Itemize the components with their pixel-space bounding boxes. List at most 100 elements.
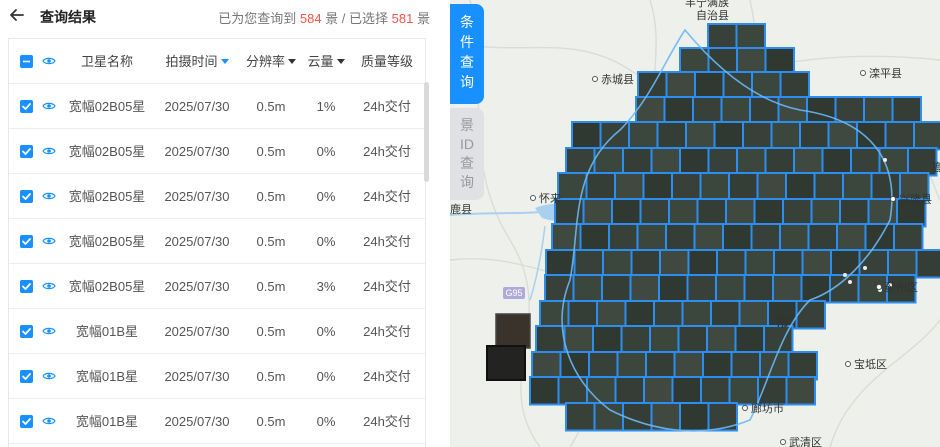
- imagery-tile[interactable]: [663, 96, 694, 126]
- imagery-tile[interactable]: [884, 121, 915, 151]
- imagery-tile[interactable]: [734, 325, 765, 355]
- imagery-tile[interactable]: [649, 325, 680, 355]
- imagery-tile[interactable]: [671, 172, 702, 202]
- imagery-tile[interactable]: [614, 172, 645, 202]
- imagery-tile[interactable]: [810, 198, 841, 228]
- imagery-tile[interactable]: [893, 223, 924, 253]
- imagery-tile[interactable]: [842, 172, 873, 202]
- imagery-tile[interactable]: [671, 376, 702, 406]
- select-all-checkbox[interactable]: [19, 55, 33, 69]
- imagery-tile[interactable]: [702, 351, 733, 381]
- imagery-tile[interactable]: [643, 376, 674, 406]
- eye-icon[interactable]: [42, 264, 56, 309]
- table-row[interactable]: 宽幅01B星 2025/07/30 0.5m 0% 24h交付: [9, 309, 425, 354]
- imagery-tile[interactable]: [856, 121, 887, 151]
- imagery-tile[interactable]: [720, 96, 751, 126]
- imagery-tile[interactable]: [608, 223, 639, 253]
- imagery-tile[interactable]: [573, 249, 604, 279]
- imagery-tile[interactable]: [681, 300, 712, 330]
- imagery-tile[interactable]: [539, 300, 570, 330]
- imagery-tile[interactable]: [716, 249, 747, 279]
- imagery-tile[interactable]: [622, 147, 653, 177]
- imagery-tile[interactable]: [813, 172, 844, 202]
- imagery-tile[interactable]: [629, 274, 660, 304]
- imagery-tile[interactable]: [622, 402, 653, 432]
- imagery-tile[interactable]: [785, 172, 816, 202]
- imagery-tile[interactable]: [616, 351, 647, 381]
- imagery-tile[interactable]: [628, 121, 659, 151]
- imagery-tile[interactable]: [787, 351, 818, 381]
- imagery-tile[interactable]: [753, 198, 784, 228]
- eye-icon[interactable]: [42, 174, 56, 219]
- map-view[interactable]: 丰宁满族 自治县 赤城县 滦平县 怀来 兴隆县 鹿 鹿县 蓟州区 市 宝坻区 廊…: [450, 0, 940, 447]
- imagery-tile[interactable]: [611, 198, 642, 228]
- imagery-tile[interactable]: [751, 71, 782, 101]
- imagery-tile[interactable]: [588, 351, 619, 381]
- imagery-tile[interactable]: [821, 147, 852, 177]
- table-row[interactable]: 宽幅01B星 2025/07/30 0.5m 0% 24h交付: [9, 354, 425, 399]
- imagery-tile[interactable]: [592, 325, 623, 355]
- imagery-tile[interactable]: [779, 71, 810, 101]
- imagery-tile[interactable]: [571, 121, 602, 151]
- imagery-tile[interactable]: [736, 147, 767, 177]
- imagery-tile[interactable]: [692, 96, 723, 126]
- imagery-tile[interactable]: [700, 376, 731, 406]
- imagery-tile[interactable]: [730, 351, 761, 381]
- row-checkbox[interactable]: [19, 325, 33, 339]
- row-checkbox[interactable]: [19, 235, 33, 249]
- imagery-tile[interactable]: [535, 325, 566, 355]
- imagery-tile[interactable]: [679, 402, 710, 432]
- imagery-tile[interactable]: [565, 402, 596, 432]
- imagery-tile[interactable]: [658, 274, 689, 304]
- imagery-tile[interactable]: [863, 96, 894, 126]
- eye-icon[interactable]: [42, 84, 56, 129]
- imagery-tile[interactable]: [839, 198, 870, 228]
- imagery-tile[interactable]: [793, 147, 824, 177]
- imagery-tile[interactable]: [582, 198, 613, 228]
- table-scrollbar[interactable]: [424, 82, 429, 182]
- col-time-sort[interactable]: 拍摄时间: [155, 39, 239, 84]
- imagery-tile[interactable]: [579, 223, 610, 253]
- imagery-tile[interactable]: [858, 249, 889, 279]
- table-row[interactable]: 宽幅01B星 2025/07/30 0.5m 0% 24h交付: [9, 399, 425, 444]
- imagery-tile[interactable]: [749, 96, 780, 126]
- imagery-tile[interactable]: [773, 249, 804, 279]
- imagery-tile[interactable]: [642, 172, 673, 202]
- imagery-tile[interactable]: [706, 325, 737, 355]
- imagery-tile[interactable]: [891, 96, 922, 126]
- imagery-tile[interactable]: [687, 249, 718, 279]
- imagery-tile[interactable]: [913, 121, 940, 151]
- imagery-tile[interactable]: [665, 223, 696, 253]
- back-arrow-icon[interactable]: [8, 6, 26, 24]
- imagery-tile[interactable]: [779, 223, 810, 253]
- imagery-tile[interactable]: [677, 325, 708, 355]
- row-checkbox[interactable]: [19, 145, 33, 159]
- imagery-tile[interactable]: [756, 172, 787, 202]
- imagery-tile[interactable]: [586, 376, 617, 406]
- row-checkbox[interactable]: [19, 370, 33, 384]
- imagery-tile[interactable]: [799, 121, 830, 151]
- imagery-tile[interactable]: [836, 223, 867, 253]
- imagery-tile[interactable]: [563, 325, 594, 355]
- imagery-tile[interactable]: [764, 147, 795, 177]
- eye-icon[interactable]: [42, 129, 56, 174]
- imagery-tile[interactable]: [696, 198, 727, 228]
- imagery-tile[interactable]: [772, 274, 803, 304]
- imagery-tile[interactable]: [653, 300, 684, 330]
- imagery-tile[interactable]: [656, 121, 687, 151]
- imagery-tile[interactable]: [713, 121, 744, 151]
- imagery-tile[interactable]: [887, 249, 918, 279]
- col-resolution-sort[interactable]: 分辨率: [241, 39, 301, 84]
- imagery-tile[interactable]: [602, 249, 633, 279]
- imagery-tile[interactable]: [850, 147, 881, 177]
- imagery-tile[interactable]: [544, 274, 575, 304]
- table-row[interactable]: 宽幅02B05星 2025/07/30 0.5m 0% 24h交付: [9, 174, 425, 219]
- row-checkbox[interactable]: [19, 100, 33, 114]
- imagery-tile[interactable]: [650, 147, 681, 177]
- imagery-tile[interactable]: [722, 71, 753, 101]
- imagery-tile[interactable]: [915, 249, 940, 279]
- imagery-tile[interactable]: [770, 121, 801, 151]
- imagery-tile[interactable]: [620, 325, 651, 355]
- eye-icon[interactable]: [42, 309, 56, 354]
- table-row[interactable]: 宽幅02B05星 2025/07/30 0.5m 3% 24h交付: [9, 264, 425, 309]
